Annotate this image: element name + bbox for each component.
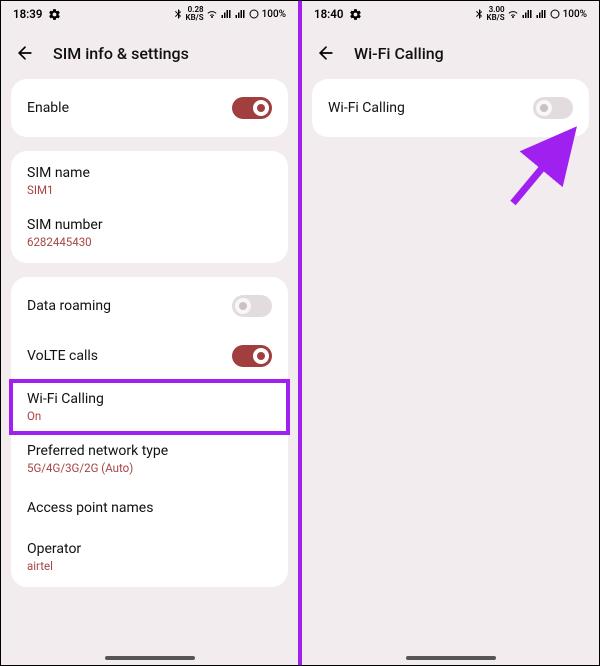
clock-time: 18:40 — [314, 7, 343, 21]
clock-time: 18:39 — [13, 7, 42, 21]
signal-icon-2 — [234, 8, 246, 20]
nav-bar[interactable] — [302, 651, 599, 665]
apn-row[interactable]: Access point names — [11, 485, 288, 531]
volte-label: VoLTE calls — [27, 348, 98, 364]
pref-network-value: 5G/4G/3G/2G (Auto) — [27, 461, 168, 475]
data-rate: 3.00 KB/S — [487, 6, 505, 22]
signal-icon-2 — [535, 8, 547, 20]
operator-row[interactable]: Operator airtel — [11, 531, 288, 583]
status-bar: 18:40 3.00 KB/S 100% — [302, 1, 599, 27]
wifi-calling-toggle-row[interactable]: Wi-Fi Calling — [312, 83, 589, 133]
wifi-calling-value: On — [27, 409, 104, 423]
alarm-icon — [549, 8, 561, 20]
sim-number-row[interactable]: SIM number 6282445430 — [11, 207, 288, 259]
back-icon[interactable] — [15, 43, 35, 63]
nav-bar[interactable] — [1, 651, 298, 665]
page-header: Wi-Fi Calling — [302, 27, 599, 79]
data-roaming-label: Data roaming — [27, 298, 111, 314]
enable-toggle[interactable] — [232, 97, 272, 119]
data-roaming-row[interactable]: Data roaming — [11, 281, 288, 331]
volte-toggle[interactable] — [232, 345, 272, 367]
battery-percent: 100% — [262, 9, 286, 20]
operator-value: airtel — [27, 559, 81, 573]
pref-network-row[interactable]: Preferred network type 5G/4G/3G/2G (Auto… — [11, 433, 288, 485]
enable-label: Enable — [27, 100, 69, 116]
wifi-calling-card: Wi-Fi Calling — [312, 79, 589, 137]
volte-row[interactable]: VoLTE calls — [11, 331, 288, 381]
sim-card: SIM name SIM1 SIM number 6282445430 — [11, 151, 288, 263]
operator-label: Operator — [27, 541, 81, 557]
phone-left: 18:39 0.28 KB/S 100% — [1, 1, 300, 665]
page-title: Wi-Fi Calling — [354, 44, 444, 63]
gear-icon — [48, 8, 61, 21]
sim-number-label: SIM number — [27, 217, 103, 233]
back-icon[interactable] — [316, 43, 336, 63]
sim-name-row[interactable]: SIM name SIM1 — [11, 155, 288, 207]
status-bar: 18:39 0.28 KB/S 100% — [1, 1, 298, 27]
data-rate: 0.28 KB/S — [186, 6, 204, 22]
bluetooth-icon — [172, 8, 184, 20]
network-card: Data roaming VoLTE calls Wi-Fi Calling O… — [11, 277, 288, 587]
enable-card: Enable — [11, 79, 288, 137]
sim-name-label: SIM name — [27, 165, 90, 181]
phone-right: 18:40 3.00 KB/S 100% — [300, 1, 599, 665]
gear-icon — [349, 8, 362, 21]
alarm-icon — [248, 8, 260, 20]
page-title: SIM info & settings — [53, 44, 189, 63]
wifi-calling-toggle-label: Wi-Fi Calling — [328, 100, 405, 116]
sim-number-value: 6282445430 — [27, 235, 103, 249]
apn-label: Access point names — [27, 500, 153, 516]
sim-name-value: SIM1 — [27, 183, 90, 197]
signal-icon — [220, 8, 232, 20]
signal-icon — [521, 8, 533, 20]
wifi-calling-label: Wi-Fi Calling — [27, 391, 104, 407]
page-header: SIM info & settings — [1, 27, 298, 79]
wifi-icon — [507, 8, 519, 20]
wifi-calling-row[interactable]: Wi-Fi Calling On — [11, 381, 288, 433]
wifi-icon — [206, 8, 218, 20]
enable-row[interactable]: Enable — [11, 83, 288, 133]
battery-percent: 100% — [563, 9, 587, 20]
wifi-calling-toggle[interactable] — [533, 97, 573, 119]
pref-network-label: Preferred network type — [27, 443, 168, 459]
data-roaming-toggle[interactable] — [232, 295, 272, 317]
bluetooth-icon — [473, 8, 485, 20]
